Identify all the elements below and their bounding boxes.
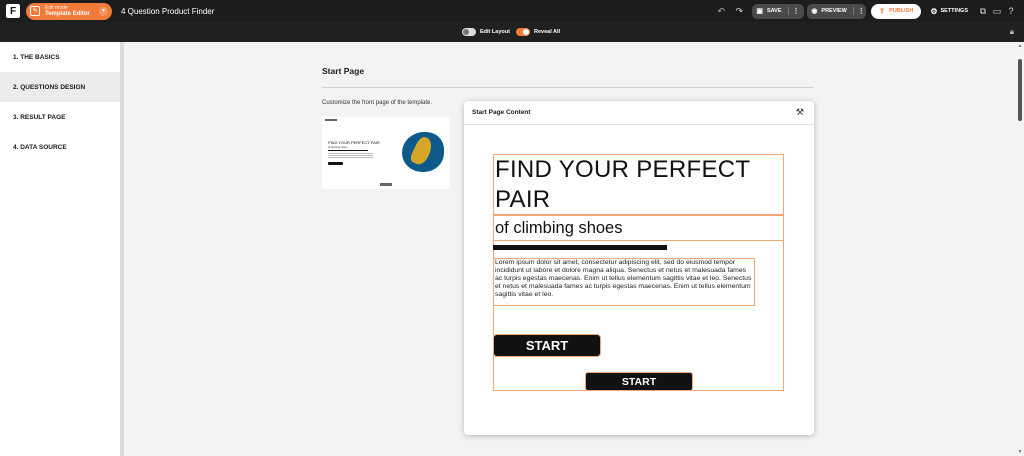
sidebar-item-label: 4. DATA SOURCE <box>13 143 67 151</box>
mode-label: Template Editor <box>45 11 90 17</box>
start-page-thumbnail[interactable]: FIND YOUR PERFECT PAIR of climbing shoes <box>322 117 450 189</box>
scroll-up-icon[interactable]: ▲ <box>1016 42 1024 50</box>
thumbnail-heading: FIND YOUR PERFECT PAIR <box>328 140 380 145</box>
gear-icon: ⚙ <box>930 6 938 16</box>
subheading-block[interactable]: of climbing shoes <box>493 215 784 241</box>
eye-icon: ◉ <box>811 8 818 15</box>
divider-bar[interactable] <box>493 245 667 250</box>
reveal-all-label: Reveal All <box>534 29 561 35</box>
start-subheading[interactable]: of climbing shoes <box>495 219 622 238</box>
sidebar-item-result-page[interactable]: 3. RESULT PAGE <box>0 102 120 132</box>
page-title: Start Page <box>322 66 365 76</box>
more-icon[interactable]: ⋮ <box>787 7 800 15</box>
lock-icon[interactable]: 🔒︎ <box>1010 27 1014 37</box>
help-icon[interactable]: ? <box>1004 4 1018 18</box>
page-description: Customize the front page of the template… <box>322 100 433 106</box>
heading-block[interactable]: FIND YOUR PERFECT PAIR <box>493 154 784 215</box>
start-heading[interactable]: FIND YOUR PERFECT PAIR <box>495 155 780 215</box>
sidebar-item-questions-design[interactable]: 2. QUESTIONS DESIGN <box>0 72 120 102</box>
panel-title: Start Page Content <box>472 109 531 116</box>
reveal-all-switch[interactable] <box>516 28 530 36</box>
preview-button[interactable]: ◉ PREVIEW ⋮ <box>807 3 867 19</box>
thumbnail-logo <box>325 119 337 121</box>
undo-icon[interactable]: ↶ <box>714 4 728 18</box>
edit-icon: ✎ <box>30 6 40 16</box>
project-title[interactable]: 4 Question Product Finder <box>121 7 214 16</box>
edit-layout-toggle[interactable]: Edit Layout <box>462 27 510 37</box>
settings-label: SETTINGS <box>940 8 968 14</box>
mode-caption: Edit mode <box>45 5 68 11</box>
start-page-content-panel: Start Page Content ⚒ FIND YOUR PERFECT P… <box>464 101 814 435</box>
edit-layout-label: Edit Layout <box>480 29 510 35</box>
tools-icon[interactable]: ⚒ <box>796 107 804 118</box>
reveal-all-toggle[interactable]: Reveal All <box>516 27 560 37</box>
thumbnail-subheading: of climbing shoes <box>328 146 348 149</box>
more-icon[interactable]: ⋮ <box>852 7 865 15</box>
start-paragraph[interactable]: Lorem ipsum dolor sit amet, consectetur … <box>495 259 753 299</box>
app-logo[interactable]: F <box>6 4 20 18</box>
panel-header: Start Page Content ⚒ <box>464 101 814 125</box>
save-icon: ▣ <box>756 8 763 15</box>
settings-button[interactable]: ⚙ SETTINGS <box>930 7 968 16</box>
sidebar-item-label: 1. THE BASICS <box>13 53 60 61</box>
share-icon[interactable]: ⧉ <box>976 4 990 18</box>
sidebar-item-data-source[interactable]: 4. DATA SOURCE <box>0 132 120 162</box>
scrollbar-thumb[interactable] <box>1018 59 1022 121</box>
sidebar-divider <box>120 42 124 456</box>
upload-icon: ⇪ <box>879 8 886 15</box>
chevron-down-icon: ▾ <box>99 6 108 16</box>
save-label: SAVE <box>766 8 782 14</box>
start-button-secondary[interactable]: START <box>585 372 693 391</box>
sidebar-item-label: 2. QUESTIONS DESIGN <box>13 83 86 91</box>
present-icon[interactable]: ▭ <box>990 4 1004 18</box>
publish-button[interactable]: ⇪ PUBLISH <box>871 3 922 19</box>
divider <box>322 87 813 88</box>
start-button[interactable]: START <box>493 334 601 357</box>
save-button[interactable]: ▣ SAVE ⋮ <box>752 3 805 19</box>
sidebar-item-basics[interactable]: 1. THE BASICS <box>0 42 120 72</box>
sidebar-item-label: 3. RESULT PAGE <box>13 113 66 121</box>
layout-toolbar: Edit Layout Reveal All 🔒︎ <box>0 22 1024 42</box>
preview-label: PREVIEW <box>821 8 847 14</box>
redo-icon[interactable]: ↷ <box>732 4 746 18</box>
paragraph-block[interactable]: Lorem ipsum dolor sit amet, consectetur … <box>493 258 755 306</box>
top-bar: F ✎ Edit mode Template Editor ▾ 4 Questi… <box>0 0 1024 22</box>
sidebar: 1. THE BASICS 2. QUESTIONS DESIGN 3. RES… <box>0 42 120 456</box>
thumbnail-start-button <box>328 162 343 165</box>
mode-switcher[interactable]: ✎ Edit mode Template Editor ▾ <box>26 2 112 20</box>
edit-layout-switch[interactable] <box>462 28 476 36</box>
publish-label: PUBLISH <box>889 8 914 14</box>
scroll-down-icon[interactable]: ▼ <box>1016 448 1024 456</box>
